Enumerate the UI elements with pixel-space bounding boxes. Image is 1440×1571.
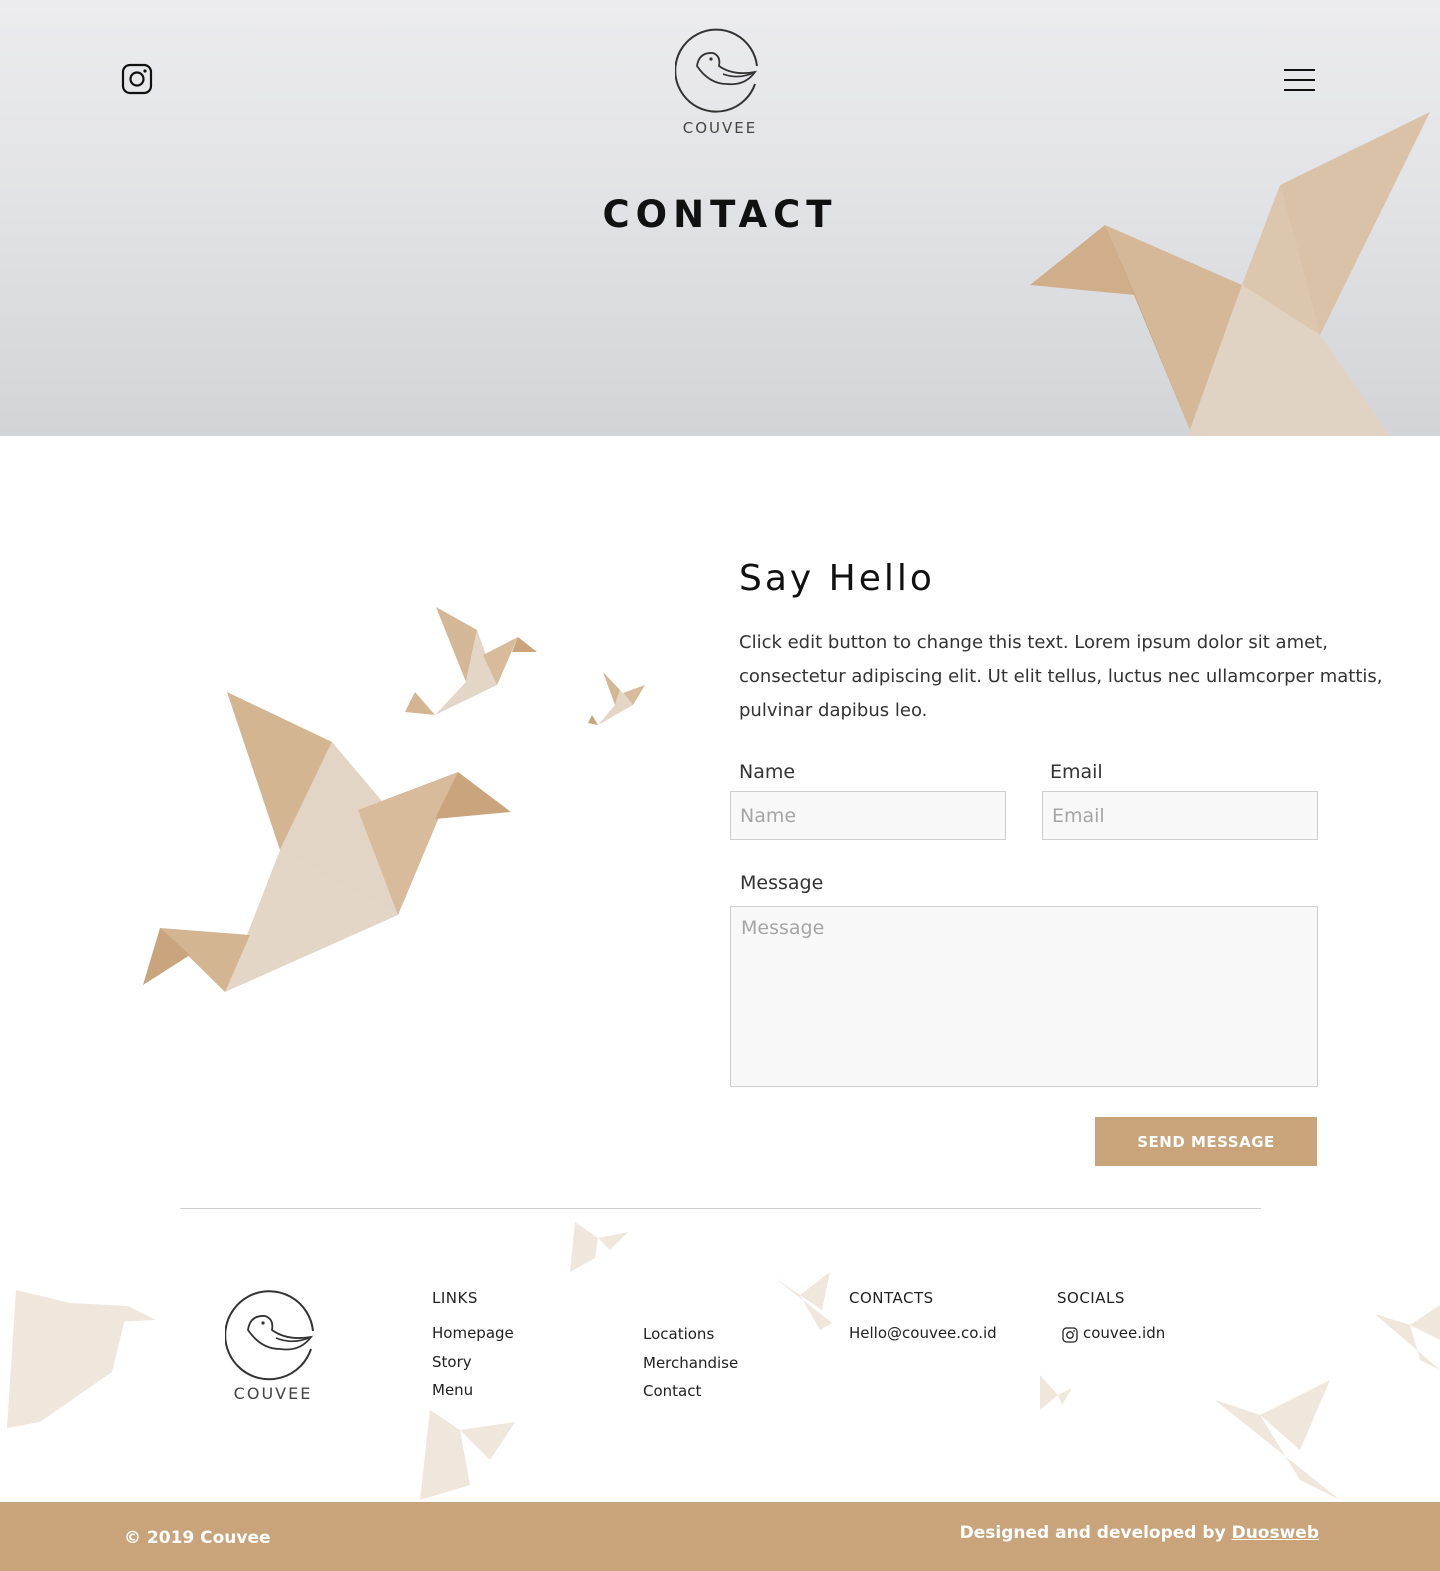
duosweb-link[interactable]: Duosweb xyxy=(1232,1523,1319,1543)
email-input[interactable] xyxy=(1042,791,1318,840)
message-textarea[interactable] xyxy=(730,906,1318,1087)
say-hello-heading: Say Hello xyxy=(739,558,935,599)
send-message-button[interactable]: SEND MESSAGE xyxy=(1095,1117,1317,1166)
page-title: CONTACT xyxy=(602,193,838,236)
origami-bird-illustration xyxy=(1030,112,1430,436)
socials-heading: SOCIALS xyxy=(1057,1289,1125,1307)
footer-link-contact[interactable]: Contact xyxy=(643,1382,701,1400)
footer-couvee-logo[interactable]: COUVEE xyxy=(225,1287,321,1405)
instagram-icon[interactable] xyxy=(121,63,153,95)
email-label: Email xyxy=(1050,761,1103,783)
couvee-logo[interactable]: COUVEE xyxy=(675,26,765,138)
footer-link-merchandise[interactable]: Merchandise xyxy=(643,1354,738,1372)
name-label: Name xyxy=(739,761,796,783)
instagram-small-icon[interactable] xyxy=(1062,1327,1078,1343)
links-heading: LINKS xyxy=(432,1289,478,1307)
footer-link-menu[interactable]: Menu xyxy=(432,1381,473,1399)
name-input[interactable] xyxy=(730,791,1006,840)
credit-text: Designed and developed by Duosweb xyxy=(960,1523,1319,1543)
footer-link-homepage[interactable]: Homepage xyxy=(432,1324,514,1342)
message-label: Message xyxy=(740,872,824,894)
copyright-text: © 2019 Couvee xyxy=(124,1528,271,1548)
footer-link-story[interactable]: Story xyxy=(432,1353,472,1371)
hamburger-menu-icon[interactable] xyxy=(1284,67,1316,93)
hero-header: COUVEE CONTACT xyxy=(0,0,1440,436)
logo-wordmark: COUVEE xyxy=(683,119,757,137)
contacts-heading: CONTACTS xyxy=(849,1289,934,1307)
footer-logo-wordmark: COUVEE xyxy=(234,1384,313,1403)
contact-email-link[interactable]: Hello@couvee.co.id xyxy=(849,1324,997,1342)
footer-link-locations[interactable]: Locations xyxy=(643,1325,714,1343)
intro-text: Click edit button to change this text. L… xyxy=(739,632,1383,721)
footer-divider xyxy=(180,1208,1261,1209)
instagram-handle-link[interactable]: couvee.idn xyxy=(1083,1324,1165,1342)
credit-prefix: Designed and developed by xyxy=(959,1523,1226,1543)
origami-birds-illustration xyxy=(143,607,645,992)
